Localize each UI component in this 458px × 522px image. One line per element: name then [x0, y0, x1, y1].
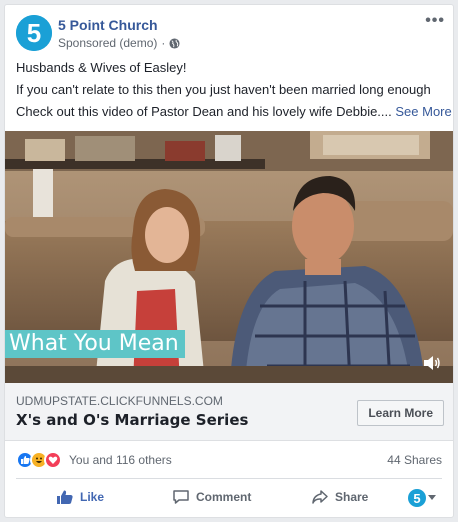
- post-line-3: Check out this video of Pastor Dean and …: [16, 101, 452, 123]
- comment-icon: [173, 490, 189, 504]
- like-label: Like: [80, 490, 105, 504]
- post-line-3-text: Check out this video of Pastor Dean and …: [16, 104, 396, 119]
- comment-button[interactable]: Comment: [172, 489, 251, 505]
- svg-text:5: 5: [413, 491, 420, 506]
- see-more-link[interactable]: See More: [395, 104, 451, 119]
- page-identity-selector[interactable]: 5: [408, 489, 436, 507]
- post-line-1: Husbands & Wives of Easley!: [16, 60, 187, 75]
- separator-dot: ·: [161, 36, 166, 50]
- engagement-stats: You and 116 others 44 Shares: [16, 441, 442, 479]
- learn-more-button[interactable]: Learn More: [357, 400, 444, 426]
- ad-post-card: 5 5 Point Church Sponsored (demo) · ••• …: [4, 4, 454, 518]
- video-caption: What You Mean: [5, 330, 185, 358]
- video-player[interactable]: What You Mean: [5, 131, 453, 383]
- post-line-2: If you can't relate to this then you jus…: [16, 82, 431, 97]
- caret-down-icon: [428, 495, 436, 500]
- five-point-logo-icon: 5: [16, 15, 52, 51]
- link-domain: UDMUPSTATE.CLICKFUNNELS.COM: [16, 394, 223, 408]
- page-avatar-small-icon: 5: [408, 489, 426, 507]
- comment-label: Comment: [196, 490, 252, 504]
- globe-icon: [169, 37, 180, 49]
- more-options-button[interactable]: •••: [425, 13, 445, 29]
- action-bar: Like Comment Share 5: [16, 479, 442, 517]
- thumbs-up-icon: [57, 490, 73, 504]
- svg-text:5: 5: [27, 18, 41, 48]
- volume-muted-icon[interactable]: [423, 355, 441, 371]
- love-reaction-icon: [44, 451, 62, 469]
- post-header: 5 5 Point Church Sponsored (demo) · •••: [5, 5, 453, 57]
- post-message: Husbands & Wives of Easley! If you can't…: [5, 57, 453, 123]
- link-title[interactable]: X's and O's Marriage Series: [16, 411, 248, 429]
- reaction-count[interactable]: You and 116 others: [69, 453, 172, 467]
- reaction-icons[interactable]: [16, 451, 62, 469]
- share-count[interactable]: 44 Shares: [387, 453, 442, 467]
- sponsored-label: Sponsored (demo) ·: [58, 36, 180, 50]
- like-button[interactable]: Like: [56, 489, 104, 505]
- share-button[interactable]: Share: [311, 489, 368, 505]
- page-avatar[interactable]: 5: [16, 15, 52, 51]
- link-preview[interactable]: UDMUPSTATE.CLICKFUNNELS.COM X's and O's …: [5, 383, 453, 441]
- page-name-link[interactable]: 5 Point Church: [58, 17, 158, 33]
- share-label: Share: [335, 490, 369, 504]
- share-arrow-icon: [312, 490, 328, 504]
- sponsored-text: Sponsored (demo): [58, 36, 158, 50]
